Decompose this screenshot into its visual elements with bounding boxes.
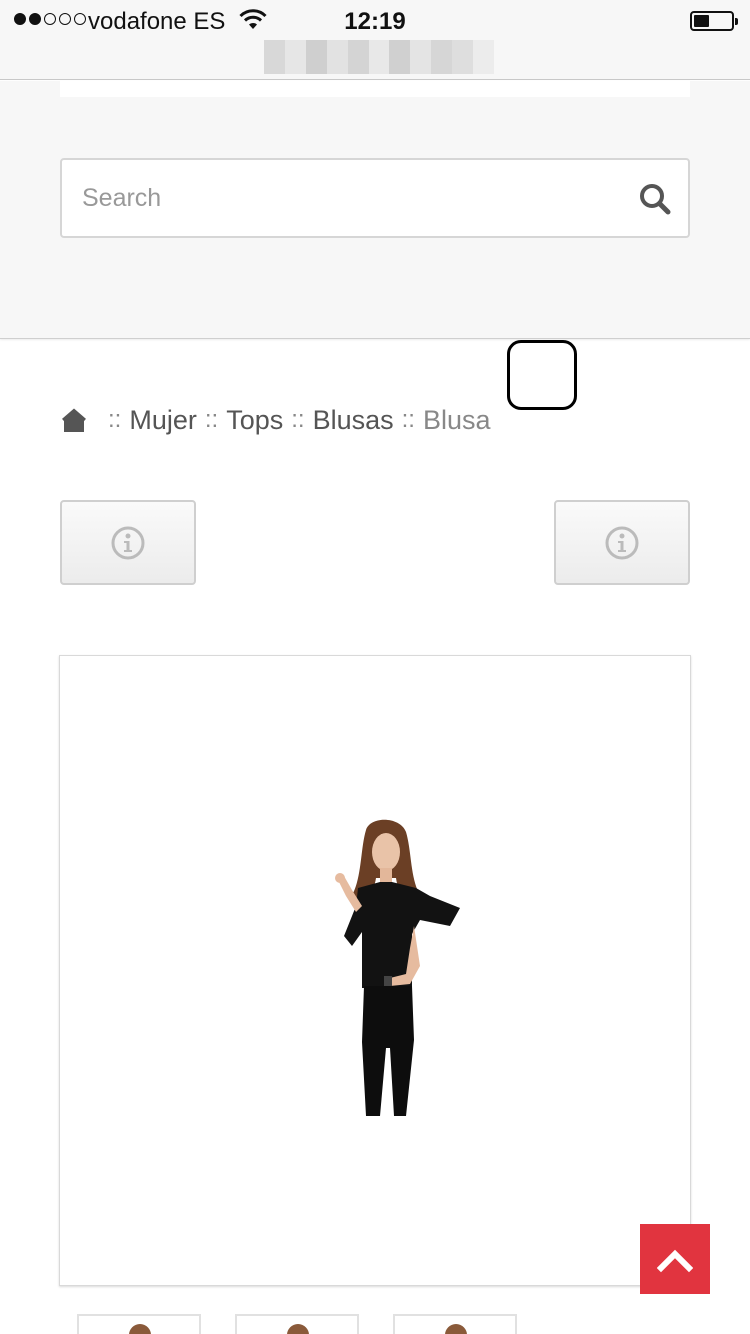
search-box <box>60 158 690 238</box>
header-strip <box>60 81 690 97</box>
info-icon <box>605 526 639 559</box>
breadcrumb-separator: :: <box>401 406 415 433</box>
product-thumbnail[interactable] <box>393 1314 517 1334</box>
breadcrumb-item-mujer[interactable]: Mujer <box>129 405 197 436</box>
focus-indicator <box>507 340 577 410</box>
search-icon[interactable] <box>638 182 672 216</box>
previous-product-button[interactable] <box>60 500 196 585</box>
breadcrumb-separator: :: <box>108 406 122 433</box>
info-icon <box>111 526 145 559</box>
product-thumbnail[interactable] <box>77 1314 201 1334</box>
chevron-up-icon <box>657 1249 693 1273</box>
home-icon[interactable] <box>60 407 88 433</box>
product-image-frame[interactable] <box>59 655 691 1286</box>
status-bar: vodafone ES 12:19 <box>0 0 750 80</box>
breadcrumb-separator: :: <box>204 406 219 433</box>
breadcrumb-item-tops[interactable]: Tops <box>226 405 283 436</box>
back-to-top-button[interactable] <box>640 1224 710 1294</box>
battery-icon <box>690 11 738 31</box>
url-bar-blurred[interactable] <box>264 40 494 74</box>
breadcrumb: :: Mujer :: Tops :: Blusas :: Blusa <box>60 400 491 440</box>
product-photo <box>335 819 460 1116</box>
breadcrumb-item-blusas[interactable]: Blusas <box>313 405 394 436</box>
status-time: 12:19 <box>344 8 406 35</box>
breadcrumb-current: Blusa <box>422 404 491 435</box>
product-thumbnail[interactable] <box>235 1314 359 1334</box>
site-header <box>0 81 750 339</box>
next-product-button[interactable] <box>554 500 690 585</box>
breadcrumb-separator: :: <box>291 406 305 433</box>
search-input[interactable] <box>82 160 622 236</box>
